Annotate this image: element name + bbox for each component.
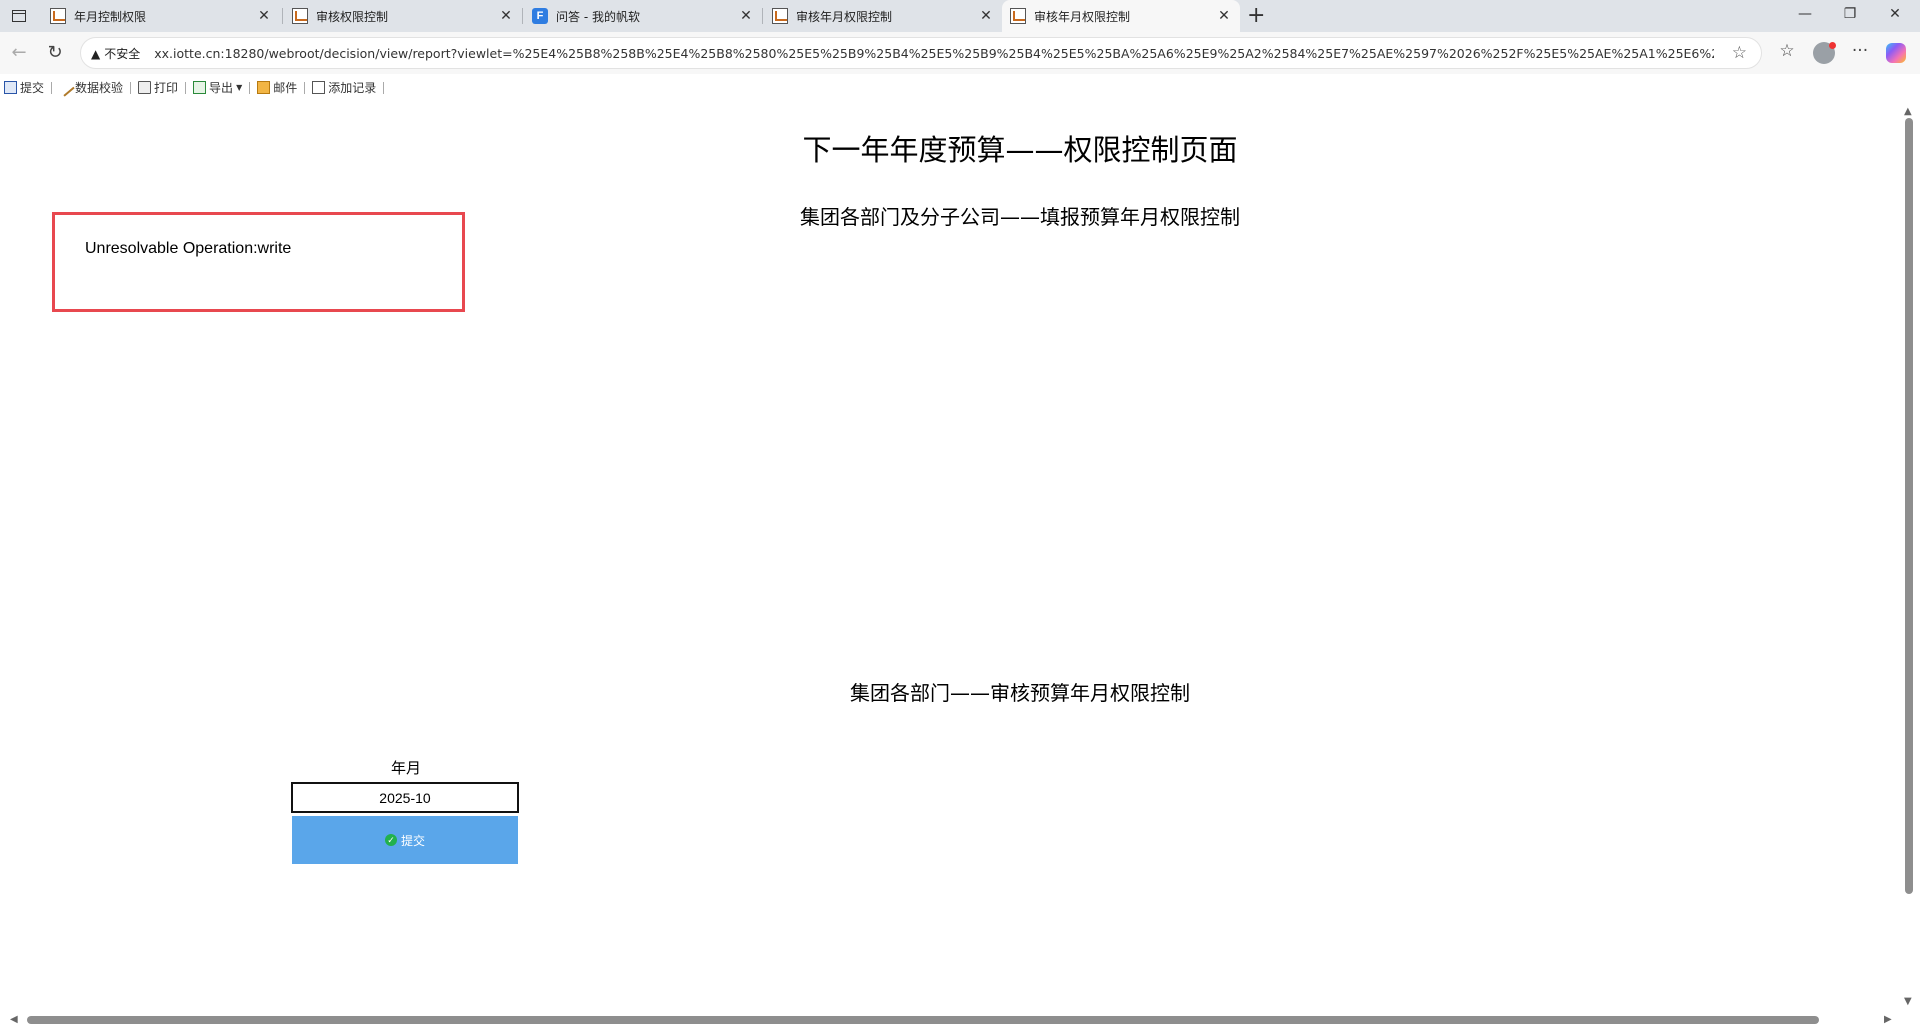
submit-tool-button[interactable]: 提交 [0, 78, 48, 98]
url-text[interactable]: xx.iotte.cn:18280/webroot/decision/view/… [154, 46, 1714, 61]
security-warning[interactable]: ▲ 不安全 [91, 45, 140, 62]
print-tool-label: 打印 [154, 81, 179, 95]
close-icon[interactable]: ✕ [738, 8, 754, 24]
restore-icon[interactable]: ❐ [1840, 6, 1860, 22]
favorite-star-icon[interactable]: ☆ [1732, 43, 1747, 63]
chevron-down-icon: ▼ [236, 83, 243, 92]
scroll-left-icon[interactable]: ◀ [10, 1014, 18, 1025]
more-options-icon[interactable]: ··· [1848, 41, 1872, 61]
tab-title: 审核年月权限控制 [1034, 9, 1131, 24]
print-tool-button[interactable]: 打印 [134, 78, 182, 98]
mail-tool-button[interactable]: 邮件 [253, 78, 301, 98]
browser-tab-strip: 年月控制权限 ✕ 审核权限控制 ✕ F 问答 - 我的帆软 ✕ 审核年月权限控制… [0, 0, 1920, 32]
submit-button-label: 提交 [400, 833, 425, 848]
browser-tab-4[interactable]: 审核年月权限控制 ✕ [764, 0, 1002, 32]
year-month-label: 年月 [390, 759, 421, 777]
submit-icon [4, 81, 17, 94]
add-record-tool-label: 添加记录 [328, 81, 377, 95]
add-record-icon [312, 81, 326, 94]
new-tab-icon[interactable]: + [1247, 4, 1265, 28]
fanruan-icon: F [532, 8, 548, 24]
address-bar[interactable]: ▲ 不安全 xx.iotte.cn:18280/webroot/decision/… [80, 37, 1762, 69]
export-tool-label: 导出 [209, 81, 234, 95]
validate-tool-button[interactable]: 数据校验 [55, 78, 127, 98]
review-permission-subtitle: 集团各部门——审核预算年月权限控制 [850, 681, 1190, 705]
browser-tab-3[interactable]: F 问答 - 我的帆软 ✕ [524, 0, 762, 32]
validate-icon [56, 78, 75, 97]
tab-title: 审核权限控制 [316, 9, 389, 24]
minimize-icon[interactable]: — [1795, 6, 1815, 22]
submit-button[interactable]: ✓ 提交 [292, 816, 518, 864]
horizontal-scroll-thumb[interactable] [27, 1016, 1819, 1024]
browser-tab-2[interactable]: 审核权限控制 ✕ [284, 0, 522, 32]
close-window-icon[interactable]: ✕ [1885, 6, 1905, 22]
tab-title: 审核年月权限控制 [796, 9, 893, 24]
submit-tool-label: 提交 [20, 81, 45, 95]
close-icon[interactable]: ✕ [498, 8, 514, 24]
reload-icon[interactable]: ↻ [44, 42, 66, 64]
tab-title: 年月控制权限 [74, 9, 147, 24]
close-icon[interactable]: ✕ [256, 8, 272, 24]
report-icon [772, 8, 788, 24]
export-tool-button[interactable]: 导出 ▼ [189, 78, 246, 98]
security-label: 不安全 [104, 46, 141, 61]
report-icon [292, 8, 308, 24]
scroll-right-icon[interactable]: ▶ [1884, 1014, 1892, 1025]
add-record-tool-button[interactable]: 添加记录 [308, 78, 380, 98]
mail-tool-label: 邮件 [273, 81, 298, 95]
export-icon [193, 81, 207, 94]
close-icon[interactable]: ✕ [1216, 8, 1232, 24]
vertical-scroll-thumb[interactable] [1905, 118, 1913, 894]
favorites-icon[interactable]: ☆ [1775, 41, 1799, 61]
report-toolbar: 提交 数据校验 打印 导出 ▼ 邮件 添加记录 [0, 74, 1920, 102]
mail-icon [257, 81, 271, 94]
error-message: Unresolvable Operation:write [85, 240, 292, 257]
check-icon: ✓ [384, 834, 397, 846]
browser-nav-bar: ← ↻ ▲ 不安全 xx.iotte.cn:18280/webroot/decis… [0, 32, 1920, 74]
tab-actions-icon[interactable] [10, 7, 28, 25]
page-title: 下一年年度预算——权限控制页面 [802, 133, 1238, 167]
scroll-up-icon[interactable]: ▲ [1904, 106, 1912, 117]
tab-title: 问答 - 我的帆软 [556, 9, 640, 24]
browser-tab-1[interactable]: 年月控制权限 ✕ [42, 0, 280, 32]
report-content: 下一年年度预算——权限控制页面 集团各部门及分子公司——填报预算年月权限控制 U… [0, 101, 1920, 1032]
back-icon[interactable]: ← [8, 42, 30, 64]
close-icon[interactable]: ✕ [978, 8, 994, 24]
year-month-input[interactable] [291, 782, 519, 813]
copilot-icon[interactable] [1886, 43, 1906, 63]
browser-tab-5-active[interactable]: 审核年月权限控制 ✕ [1002, 0, 1240, 32]
warning-icon: ▲ [91, 46, 101, 61]
validate-tool-label: 数据校验 [75, 81, 124, 95]
report-icon [1010, 8, 1026, 24]
error-message-box: Unresolvable Operation:write [52, 212, 465, 312]
printer-icon [138, 81, 152, 94]
notification-dot [1829, 42, 1836, 49]
report-icon [50, 8, 66, 24]
scroll-down-icon[interactable]: ▼ [1904, 996, 1912, 1007]
